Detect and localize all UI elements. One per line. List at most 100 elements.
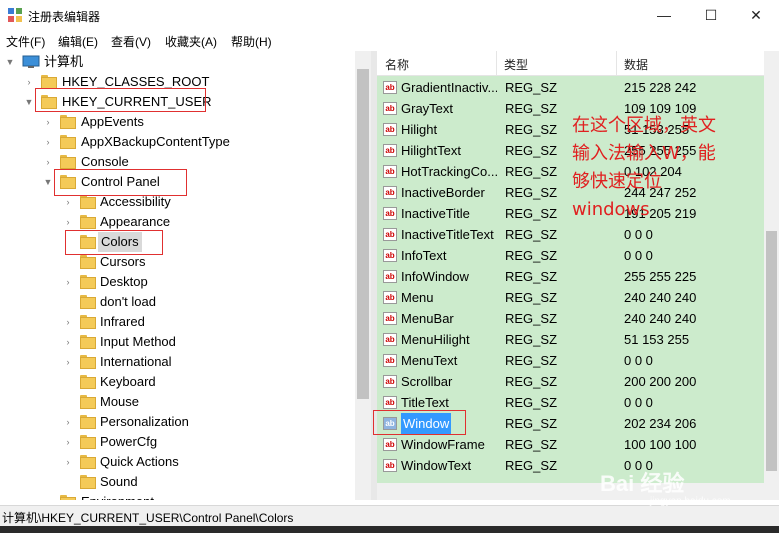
tree-item-powercfg[interactable]: › PowerCfg (0, 432, 355, 452)
tree-item-desktop[interactable]: › Desktop (0, 272, 355, 292)
folder-icon (41, 75, 57, 89)
expand-arrow-icon[interactable]: › (43, 112, 53, 132)
table-row[interactable]: ab Menu REG_SZ 240 240 240 (377, 287, 764, 308)
expand-arrow-icon[interactable]: › (24, 72, 34, 92)
expand-arrow-icon[interactable]: › (43, 492, 53, 500)
tree-item-cursors[interactable]: Cursors (0, 252, 355, 272)
table-row[interactable]: ab InfoWindow REG_SZ 255 255 225 (377, 266, 764, 287)
tree-item-international[interactable]: › International (0, 352, 355, 372)
value-name: GradientInactiv... (401, 80, 497, 95)
expand-arrow-icon[interactable]: › (63, 452, 73, 472)
value-data: 0 0 0 (624, 227, 653, 242)
tree-item-sound[interactable]: Sound (0, 472, 355, 492)
minimize-button[interactable]: — (641, 0, 687, 30)
value-type: REG_SZ (505, 353, 558, 368)
value-name: Scrollbar (401, 374, 453, 389)
table-row[interactable]: ab GradientInactiv... REG_SZ 215 228 242 (377, 77, 764, 98)
menu-file[interactable]: 文件(F) (6, 33, 45, 50)
menu-edit[interactable]: 编辑(E) (58, 33, 98, 50)
tree-item-appxbackup[interactable]: › AppXBackupContentType (0, 132, 355, 152)
tree-label: Appearance (100, 214, 171, 229)
tree-label: AppEvents (81, 114, 144, 129)
folder-icon (80, 475, 96, 489)
column-header-name[interactable]: 名称 (385, 56, 409, 73)
tree-item-colors[interactable]: Colors (0, 232, 355, 252)
maximize-button[interactable]: ☐ (688, 0, 734, 30)
table-row[interactable]: ab MenuHilight REG_SZ 51 153 255 (377, 329, 764, 350)
folder-icon (80, 375, 96, 389)
tree-label: Input Method (100, 334, 176, 349)
highlight-box (35, 88, 206, 112)
collapse-arrow-icon[interactable]: ▼ (5, 52, 15, 72)
table-row[interactable]: ab MenuText REG_SZ 0 0 0 (377, 350, 764, 371)
value-type: REG_SZ (505, 290, 558, 305)
column-header-type[interactable]: 类型 (504, 56, 528, 73)
value-name: WindowText (401, 458, 472, 473)
table-row[interactable]: ab WindowText REG_SZ 0 0 0 (377, 455, 764, 476)
tree-item-personalization[interactable]: › Personalization (0, 412, 355, 432)
value-data: 0 0 0 (624, 395, 653, 410)
tree-item-dont-load[interactable]: don't load (0, 292, 355, 312)
value-data: 0 0 0 (624, 353, 653, 368)
tree-scrollbar[interactable] (355, 51, 371, 500)
collapse-arrow-icon[interactable]: ▼ (43, 172, 53, 192)
expand-arrow-icon[interactable]: › (43, 132, 53, 152)
tree-item-quick-actions[interactable]: › Quick Actions (0, 452, 355, 472)
tree-label: Desktop (100, 274, 148, 289)
annotation-line: windows (572, 199, 650, 220)
expand-arrow-icon[interactable]: › (63, 312, 73, 332)
tree-item-computer[interactable]: ▼ 计算机 (0, 52, 355, 72)
value-type: REG_SZ (505, 416, 558, 431)
tree-item-mouse[interactable]: Mouse (0, 392, 355, 412)
table-row[interactable]: ab Scrollbar REG_SZ 200 200 200 (377, 371, 764, 392)
expand-arrow-icon[interactable]: › (63, 332, 73, 352)
expand-arrow-icon[interactable]: › (63, 432, 73, 452)
folder-icon (80, 435, 96, 449)
table-row[interactable]: ab WindowFrame REG_SZ 100 100 100 (377, 434, 764, 455)
column-divider[interactable] (616, 51, 617, 75)
key-tree[interactable]: ▼ 计算机 › HKEY_CLASSES_ROOT ▼ HKEY_CURRENT… (0, 51, 371, 500)
tree-item-input-method[interactable]: › Input Method (0, 332, 355, 352)
close-button[interactable]: ✕ (733, 0, 779, 30)
expand-arrow-icon[interactable]: › (63, 352, 73, 372)
tree-label: Quick Actions (100, 454, 179, 469)
string-value-icon: ab (383, 186, 397, 199)
tree-item-keyboard[interactable]: Keyboard (0, 372, 355, 392)
value-name: InfoText (401, 248, 447, 263)
collapse-arrow-icon[interactable]: ▼ (24, 92, 34, 112)
tree-label: Sound (100, 474, 138, 489)
tree-item-infrared[interactable]: › Infrared (0, 312, 355, 332)
value-type: REG_SZ (505, 269, 558, 284)
expand-arrow-icon[interactable]: › (63, 412, 73, 432)
value-data: 200 200 200 (624, 374, 697, 389)
column-divider[interactable] (496, 51, 497, 75)
annotation-line: 输入法输入W，能 (572, 143, 716, 164)
expand-arrow-icon[interactable]: › (43, 152, 53, 172)
tree-item-environment[interactable]: › Environment (0, 492, 355, 500)
list-scrollbar-thumb[interactable] (766, 231, 777, 471)
column-header-data[interactable]: 数据 (624, 56, 648, 73)
menu-view[interactable]: 查看(V) (111, 33, 151, 50)
watermark-logo: Bai 经验 (600, 471, 685, 496)
expand-arrow-icon[interactable]: › (63, 272, 73, 292)
menu-bar: 文件(F) 编辑(E) 查看(V) 收藏夹(A) 帮助(H) (0, 30, 779, 51)
tree-scrollbar-thumb[interactable] (357, 69, 369, 399)
list-header: 名称 类型 数据 (377, 51, 764, 76)
value-name: GrayText (401, 101, 454, 116)
value-type: REG_SZ (505, 311, 558, 326)
string-value-icon: ab (383, 228, 397, 241)
tree-item-appevents[interactable]: › AppEvents (0, 112, 355, 132)
string-value-icon: ab (383, 102, 397, 115)
highlight-box (54, 169, 187, 196)
string-value-icon: ab (383, 144, 397, 157)
value-name: WindowFrame (401, 437, 485, 452)
expand-arrow-icon[interactable]: › (63, 212, 73, 232)
tree-item-appearance[interactable]: › Appearance (0, 212, 355, 232)
menu-help[interactable]: 帮助(H) (231, 33, 272, 50)
menu-favorites[interactable]: 收藏夹(A) (165, 33, 217, 50)
table-row[interactable]: ab InfoText REG_SZ 0 0 0 (377, 245, 764, 266)
table-row[interactable]: ab MenuBar REG_SZ 240 240 240 (377, 308, 764, 329)
string-value-icon: ab (383, 291, 397, 304)
table-row[interactable]: ab InactiveTitleText REG_SZ 0 0 0 (377, 224, 764, 245)
value-type: REG_SZ (505, 227, 558, 242)
